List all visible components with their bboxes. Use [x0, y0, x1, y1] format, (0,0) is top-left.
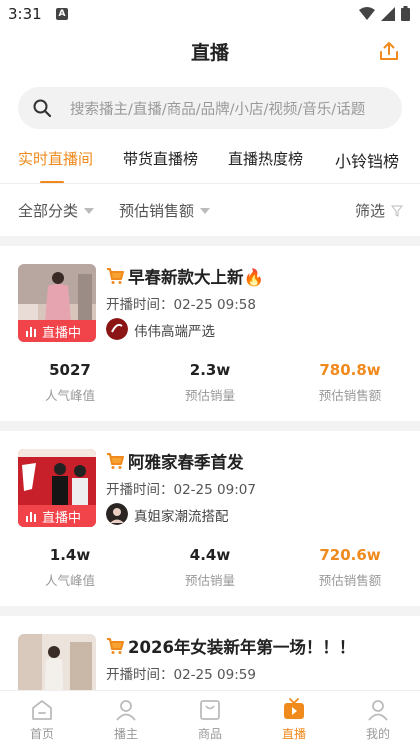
stat-value: 4.4w: [189, 546, 231, 564]
live-bars-icon: [26, 327, 36, 337]
stat-label: 预估销量: [184, 388, 235, 403]
live-card[interactable]: 直播中 阿雅家春季首发 开播时间：02-25 09:07 真姐家潮流搭配 1.4…: [0, 431, 420, 613]
stat-est-revenue: 780.8w 预估销售额: [280, 361, 420, 404]
nav-home[interactable]: 首页: [0, 697, 84, 742]
stat-est-sales: 2.3w 预估销量: [140, 361, 280, 404]
live-card[interactable]: 2026年女装新年第一场！！！ 开播时间：02-25 09:59: [0, 616, 420, 690]
filter-bar: 全部分类 预估销售额 筛选: [0, 196, 420, 224]
stat-peak-popularity: 1.4w 人气峰值: [0, 546, 140, 589]
live-bars-icon: [26, 512, 36, 522]
shopping-cart-icon: [107, 453, 124, 469]
search-bar[interactable]: 搜索播主/直播/商品/品牌/小店/视频/音乐/话题: [18, 87, 402, 129]
stat-est-revenue: 720.6w 预估销售额: [280, 546, 420, 589]
tab-heat-ranking[interactable]: 直播热度榜: [228, 148, 303, 169]
home-icon: [32, 700, 52, 720]
chevron-down-icon: [200, 207, 211, 214]
nav-products[interactable]: 商品: [168, 697, 252, 742]
search-icon: [33, 99, 52, 118]
category-label: 全部分类: [18, 202, 79, 220]
stream-title[interactable]: 2026年女装新年第一场！！！: [128, 634, 355, 658]
live-badge: 直播中: [18, 320, 96, 342]
stat-label: 预估销量: [184, 573, 235, 588]
tab-realtime-live[interactable]: 实时直播间: [18, 148, 93, 169]
live-badge: 直播中: [18, 505, 96, 527]
section-gap: [0, 421, 420, 431]
section-gap: [0, 236, 420, 246]
avatar[interactable]: [106, 503, 128, 525]
stream-thumbnail[interactable]: 直播中: [18, 264, 96, 342]
battery-icon: [401, 6, 410, 21]
header: 直播: [0, 28, 420, 72]
page-title: 直播: [190, 42, 229, 64]
stat-value: 780.8w: [319, 361, 381, 379]
start-time: 开播时间：02-25 09:58: [106, 297, 256, 313]
nav-label: 首页: [29, 727, 54, 741]
bag-icon: [200, 700, 220, 720]
shopping-cart-icon: [107, 268, 124, 284]
stat-est-sales: 4.4w 预估销量: [140, 546, 280, 589]
status-bar: 3:31 A: [0, 0, 420, 28]
profile-icon: [368, 700, 388, 721]
start-time: 开播时间：02-25 09:07: [106, 482, 256, 498]
tab-sales-ranking[interactable]: 带货直播榜: [123, 148, 198, 169]
avatar[interactable]: [106, 318, 128, 340]
nav-anchors[interactable]: 播主: [84, 697, 168, 742]
stat-peak-popularity: 5027 人气峰值: [0, 361, 140, 404]
live-card[interactable]: 直播中 早春新款大上新🔥 开播时间：02-25 09:58 伟伟高端严选 502…: [0, 246, 420, 428]
sort-dropdown[interactable]: 预估销售额: [119, 200, 211, 221]
nav-label: 我的: [365, 727, 390, 741]
bottom-nav: 首页 播主 商品 直播 我的: [0, 690, 420, 748]
signal-icon: [381, 6, 395, 21]
section-gap: [0, 606, 420, 616]
divider: [0, 183, 420, 184]
live-label: 直播中: [42, 325, 82, 341]
nav-label: 商品: [197, 727, 222, 741]
nav-label: 播主: [113, 727, 138, 741]
tab-bar: 实时直播间 带货直播榜 直播热度榜 小铃铛榜: [0, 148, 420, 184]
stream-thumbnail[interactable]: [18, 634, 96, 690]
stat-label: 预估销售额: [318, 388, 382, 403]
user-icon: [116, 700, 136, 721]
live-label: 直播中: [42, 510, 82, 526]
notification-icon: A: [56, 8, 68, 20]
funnel-icon: [391, 205, 404, 217]
wifi-icon: [359, 6, 375, 20]
live-page: 3:31 A 直播 搜索播主/直播/商品/品牌/小店/视频/音乐/话题 实时直播…: [0, 0, 420, 748]
stat-value: 720.6w: [319, 546, 381, 564]
system-icons: [359, 6, 410, 21]
filter-label: 筛选: [355, 202, 386, 220]
search-input[interactable]: 搜索播主/直播/商品/品牌/小店/视频/音乐/话题: [70, 98, 365, 119]
start-time: 开播时间：02-25 09:59: [106, 667, 256, 683]
anchor-name[interactable]: 伟伟高端严选: [134, 320, 215, 340]
status-time: 3:31: [8, 5, 42, 23]
chevron-down-icon: [84, 207, 95, 214]
nav-label: 直播: [281, 727, 306, 741]
nav-profile[interactable]: 我的: [336, 697, 420, 742]
stream-title[interactable]: 阿雅家春季首发: [128, 449, 244, 473]
stat-value: 2.3w: [189, 361, 231, 379]
stat-label: 人气峰值: [44, 388, 95, 403]
stream-thumbnail[interactable]: 直播中: [18, 449, 96, 527]
stream-title[interactable]: 早春新款大上新🔥: [128, 264, 264, 288]
category-dropdown[interactable]: 全部分类: [18, 200, 95, 221]
share-icon[interactable]: [378, 40, 400, 62]
nav-live[interactable]: 直播: [252, 697, 336, 742]
stat-value: 5027: [49, 361, 91, 379]
shopping-cart-icon: [107, 638, 124, 654]
stat-label: 人气峰值: [44, 573, 95, 588]
tv-icon: [284, 698, 304, 719]
stat-label: 预估销售额: [318, 573, 382, 588]
sort-label: 预估销售额: [119, 202, 195, 220]
anchor-name[interactable]: 真姐家潮流搭配: [134, 505, 229, 525]
filter-button[interactable]: 筛选: [355, 200, 404, 221]
stat-value: 1.4w: [49, 546, 91, 564]
tab-bell-ranking[interactable]: 小铃铛榜: [335, 148, 399, 172]
thumbnail-image: [18, 634, 96, 690]
